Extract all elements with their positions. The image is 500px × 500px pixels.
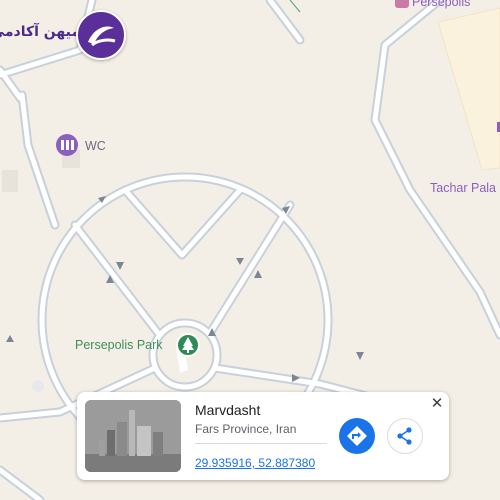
place-photo[interactable]	[85, 400, 181, 472]
directions-icon	[347, 426, 367, 446]
wc-label[interactable]: WC	[85, 139, 106, 153]
share-button[interactable]	[387, 418, 423, 454]
place-card[interactable]: Marvdasht Fars Province, Iran 29.935916,…	[77, 392, 449, 480]
logo-text: میهن آکادمی	[0, 24, 80, 40]
tachar-palace-label[interactable]: Tachar Pala	[430, 181, 496, 195]
wc-poi-icon[interactable]	[56, 134, 78, 156]
place-subtitle: Fars Province, Iran	[195, 422, 297, 436]
close-icon[interactable]: ✕	[427, 394, 447, 414]
park-tree-icon[interactable]	[176, 333, 200, 357]
academy-logo: میهن آکادمی	[0, 10, 128, 60]
persepolis-label[interactable]: Persepolis	[412, 0, 470, 9]
persepolis-poi-icon[interactable]	[395, 0, 409, 8]
logo-mark-icon	[76, 10, 126, 60]
persepolis-park-label[interactable]: Persepolis Park	[75, 338, 163, 352]
coordinates-link[interactable]: 29.935916, 52.887380	[195, 456, 315, 470]
divider	[195, 443, 327, 444]
share-icon	[397, 427, 412, 445]
place-title: Marvdasht	[195, 402, 261, 418]
shrub	[32, 380, 44, 392]
directions-button[interactable]	[339, 418, 375, 454]
building	[2, 170, 18, 192]
